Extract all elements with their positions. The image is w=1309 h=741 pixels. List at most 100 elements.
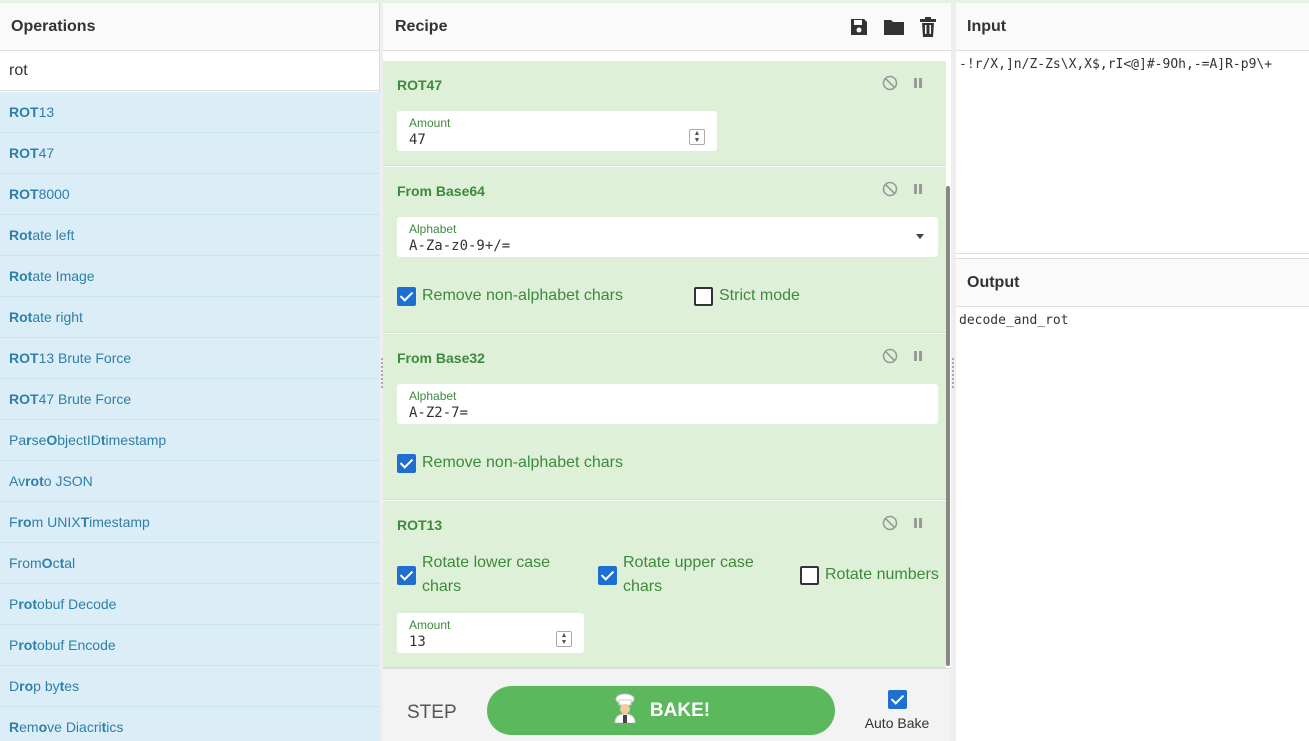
operations-title: Operations: [0, 3, 379, 51]
operation-item[interactable]: ROT 13: [0, 92, 380, 133]
operation-text: imestamp: [89, 514, 150, 530]
input-textarea[interactable]: -!r/X,]n/Z-Zs\X,X$,rI<@]#-9Oh,-=A]R-p9\+: [956, 51, 1309, 78]
operation-text: obuf Decode: [37, 596, 117, 612]
stepper-icon[interactable]: ▲ ▼: [556, 631, 572, 647]
alphabet-label: Alphabet: [409, 222, 457, 236]
match-highlight: Rot: [9, 309, 33, 325]
operation-item[interactable]: Pr o t obuf Encode: [0, 625, 380, 666]
operation-text: 13 Brute Force: [38, 350, 132, 366]
recipe-op-rot13[interactable]: ROT13 Rotate lower case chars Rotate upp…: [383, 501, 946, 668]
folder-icon[interactable]: [883, 18, 905, 36]
match-highlight: o: [23, 637, 33, 653]
amount-value: 13: [409, 634, 426, 650]
recipe-op-rot47[interactable]: ROT47 Amount 47 ▲ ▼: [383, 61, 946, 166]
operation-text: c: [52, 555, 60, 571]
checkbox-checked-icon[interactable]: [598, 566, 617, 585]
checkbox-checked-icon[interactable]: [397, 287, 416, 306]
bake-button[interactable]: BAKE!: [487, 686, 835, 735]
step-button[interactable]: STEP: [407, 702, 457, 724]
operation-text: al: [64, 555, 76, 571]
output-title: Output: [956, 259, 1309, 307]
op-name: ROT47: [397, 77, 443, 93]
operations-list: ROT 13 ROT 47 ROT 8000 Rot ate left Rot ate Image…: [0, 92, 380, 741]
operation-item[interactable]: Av ro to JSON: [0, 461, 380, 502]
remove-non-alphabet-checkbox[interactable]: Remove non-alphabet chars: [397, 284, 623, 308]
checkbox-label: Rotate lower case chars: [422, 554, 551, 595]
operation-item[interactable]: From Oc t al: [0, 543, 380, 584]
operation-item[interactable]: Fro m UNIX Timestamp: [0, 502, 380, 543]
recipe-op-from-base64[interactable]: From Base64 Alphabet A-Za-z0-9+/= Remove…: [383, 167, 946, 333]
operation-text: Pa: [9, 432, 27, 448]
bake-label: BAKE!: [649, 699, 711, 721]
operation-item[interactable]: Rot ate right: [0, 297, 380, 338]
op-name: From Base64: [397, 183, 485, 199]
operation-item[interactable]: Pr o t obuf Decode: [0, 584, 380, 625]
operation-item[interactable]: ROT 8000: [0, 174, 380, 215]
checkbox-unchecked-icon[interactable]: [694, 287, 713, 306]
operations-panel: Operations rot ROT 13 ROT 47 ROT 8000 Rot ate l…: [0, 3, 380, 741]
operation-text: 8000: [38, 186, 70, 202]
match-highlight: ROT: [9, 391, 39, 407]
operation-item[interactable]: Rot ate left: [0, 215, 380, 256]
alphabet-select[interactable]: Alphabet A-Za-z0-9+/=: [397, 217, 938, 257]
match-highlight: ro: [25, 473, 40, 489]
operation-text: 47 Brute Force: [38, 391, 132, 407]
amount-label: Amount: [409, 116, 451, 130]
output-textarea[interactable]: decode_and_rot: [956, 307, 1309, 334]
operations-search-input[interactable]: rot: [0, 51, 379, 91]
operation-item[interactable]: Rem o ve Diacri t ics: [0, 707, 380, 741]
alphabet-field[interactable]: Alphabet A-Z2-7=: [397, 384, 938, 424]
checkbox-checked-icon[interactable]: [887, 690, 907, 709]
pause-icon[interactable]: [912, 349, 924, 368]
operation-item[interactable]: ROT 47: [0, 133, 380, 174]
recipe-title: Recipe: [395, 17, 448, 35]
checkbox-unchecked-icon[interactable]: [800, 566, 819, 585]
recipe-scrollbar[interactable]: [946, 186, 950, 666]
pause-icon[interactable]: [912, 76, 924, 95]
output-panel: Output decode_and_rot: [956, 258, 1309, 741]
save-icon[interactable]: [849, 17, 869, 37]
alphabet-value: A-Za-z0-9+/=: [409, 238, 511, 254]
operation-item[interactable]: Pa r se ObjectID t imestamp: [0, 420, 380, 461]
operation-item[interactable]: Rot ate Image: [0, 256, 380, 297]
amount-field[interactable]: Amount 47 ▲ ▼: [397, 111, 717, 151]
pause-icon[interactable]: [912, 516, 924, 535]
disable-icon[interactable]: [882, 348, 898, 369]
match-highlight: ROT: [9, 104, 39, 120]
strict-mode-checkbox[interactable]: Strict mode: [694, 284, 800, 308]
operation-text: se: [31, 432, 47, 448]
disable-icon[interactable]: [882, 75, 898, 96]
operation-text: F: [9, 514, 18, 530]
operation-text: 47: [38, 145, 55, 161]
auto-bake-checkbox[interactable]: Auto Bake: [859, 690, 935, 731]
input-panel: Input -!r/X,]n/Z-Zs\X,X$,rI<@]#-9Oh,-=A]…: [956, 3, 1309, 254]
disable-icon[interactable]: [882, 515, 898, 536]
recipe-op-from-base32[interactable]: From Base32 Alphabet A-Z2-7= Remove non-…: [383, 334, 946, 500]
operation-text: P: [9, 637, 19, 653]
dropdown-caret-icon: [916, 234, 924, 239]
rotate-upper-checkbox[interactable]: Rotate upper case chars: [598, 551, 768, 599]
operation-item[interactable]: Drop by t es: [0, 666, 380, 707]
disable-icon[interactable]: [882, 181, 898, 202]
operation-item[interactable]: ROT 13 Brute Force: [0, 338, 380, 379]
operation-text: D: [9, 678, 20, 694]
checkbox-label: Remove non-alphabet chars: [422, 454, 624, 471]
checkbox-checked-icon[interactable]: [397, 566, 416, 585]
remove-non-alphabet-checkbox[interactable]: Remove non-alphabet chars: [397, 451, 623, 475]
stepper-icon[interactable]: ▲ ▼: [689, 129, 705, 145]
rotate-lower-checkbox[interactable]: Rotate lower case chars: [397, 551, 567, 599]
match-highlight: o: [23, 596, 33, 612]
operation-text: imestamp: [105, 432, 167, 448]
checkbox-label: Rotate numbers: [825, 566, 939, 583]
operation-item[interactable]: ROT 47 Brute Force: [0, 379, 380, 420]
checkbox-checked-icon[interactable]: [397, 454, 416, 473]
rotate-numbers-checkbox[interactable]: Rotate numbers: [800, 563, 939, 587]
input-title: Input: [956, 3, 1309, 51]
operation-text: em: [19, 719, 39, 735]
operation-text: P: [9, 596, 19, 612]
trash-icon[interactable]: [919, 16, 937, 37]
match-highlight: O: [46, 432, 58, 448]
op-name: From Base32: [397, 350, 485, 366]
amount-field[interactable]: Amount 13 ▲ ▼: [397, 613, 584, 653]
pause-icon[interactable]: [912, 182, 924, 201]
